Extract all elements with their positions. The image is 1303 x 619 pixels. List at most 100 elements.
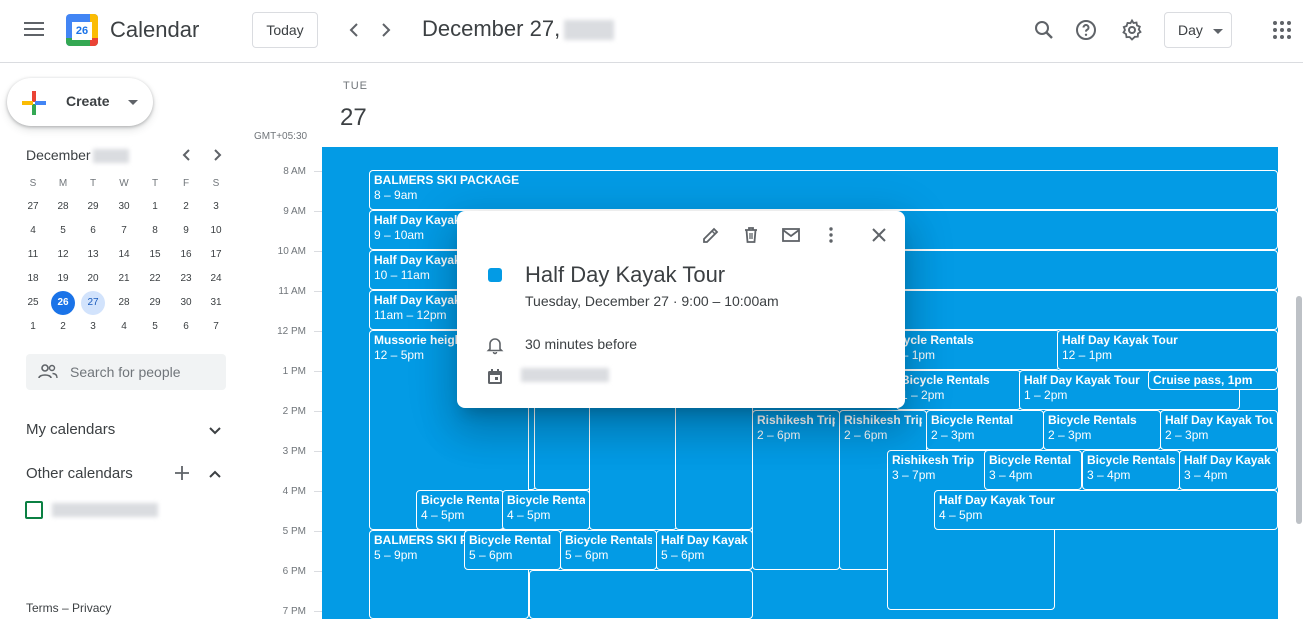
mini-calendar-day[interactable]: 11 bbox=[21, 243, 45, 267]
main-menu-button[interactable] bbox=[20, 15, 48, 43]
event-chip[interactable]: Half Day Kayak Tour5 – 6pm bbox=[656, 530, 753, 570]
mini-calendar-day[interactable]: 16 bbox=[174, 243, 198, 267]
mini-calendar-day[interactable]: 26 bbox=[51, 291, 75, 315]
mini-calendar-day[interactable]: 6 bbox=[81, 219, 105, 243]
apps-grid-icon[interactable] bbox=[1273, 21, 1291, 39]
event-block[interactable] bbox=[529, 570, 753, 619]
event-chip[interactable]: Half Day Kayak Tour 4 – 5pm bbox=[934, 490, 1278, 530]
email-icon[interactable] bbox=[781, 225, 801, 245]
event-chip[interactable]: Bicycle Rentals 1 – 2pm bbox=[896, 370, 1021, 410]
event-chip[interactable]: Half Day Kayak Tour 2 – 3pm bbox=[1160, 410, 1278, 450]
view-selector[interactable]: Day bbox=[1164, 12, 1232, 48]
next-period-button[interactable] bbox=[374, 18, 398, 42]
hour-label: 6 PM bbox=[282, 566, 306, 577]
mini-calendar-day[interactable]: 27 bbox=[81, 291, 105, 315]
mini-calendar-day[interactable]: 30 bbox=[112, 195, 136, 219]
event-chip[interactable]: Bicycle Rentals 12 – 1pm bbox=[880, 330, 1060, 370]
mini-calendar-day[interactable]: 29 bbox=[81, 195, 105, 219]
privacy-link[interactable]: Privacy bbox=[72, 601, 111, 615]
mini-calendar-day[interactable]: 22 bbox=[143, 267, 167, 291]
mini-calendar-day[interactable]: 30 bbox=[174, 291, 198, 315]
app-name: Calendar bbox=[110, 17, 200, 42]
event-chip-time: 4 – 5pm bbox=[507, 508, 551, 522]
my-calendars-heading[interactable]: My calendars bbox=[26, 421, 115, 438]
mini-calendar-day[interactable]: 6 bbox=[174, 315, 198, 339]
mini-calendar-day[interactable]: 29 bbox=[143, 291, 167, 315]
mini-calendar-day[interactable]: 10 bbox=[204, 219, 228, 243]
event-title: Half Day Kayak Tour bbox=[525, 262, 726, 287]
mini-calendar-day[interactable]: 3 bbox=[204, 195, 228, 219]
mini-calendar-day[interactable]: 27 bbox=[21, 195, 45, 219]
mini-calendar-day[interactable]: 4 bbox=[21, 219, 45, 243]
mini-calendar-day[interactable]: 8 bbox=[143, 219, 167, 243]
mini-calendar-day[interactable]: 18 bbox=[21, 267, 45, 291]
other-calendars-heading[interactable]: Other calendars bbox=[26, 465, 133, 482]
search-button[interactable] bbox=[1032, 18, 1056, 42]
add-calendar-icon[interactable] bbox=[173, 464, 191, 482]
mini-calendar-day[interactable]: 2 bbox=[51, 315, 75, 339]
mini-calendar-day[interactable]: 2 bbox=[174, 195, 198, 219]
mini-calendar-day[interactable]: 20 bbox=[81, 267, 105, 291]
event-chip[interactable]: BALMERS SKI PACKAGE 8 – 9am bbox=[369, 170, 1278, 210]
mini-calendar-day[interactable]: 7 bbox=[204, 315, 228, 339]
mini-calendar-day[interactable]: 13 bbox=[81, 243, 105, 267]
mini-calendar-next-button[interactable] bbox=[208, 146, 226, 168]
event-chip[interactable]: Cruise pass, 1pm bbox=[1148, 370, 1278, 390]
event-chip[interactable]: Bicycle Rental 5 – 6pm bbox=[464, 530, 561, 570]
mini-calendar-day[interactable]: 12 bbox=[51, 243, 75, 267]
mini-calendar-day[interactable]: 3 bbox=[81, 315, 105, 339]
mini-calendar-day[interactable]: 19 bbox=[51, 267, 75, 291]
mini-calendar-day[interactable]: 25 bbox=[21, 291, 45, 315]
today-button[interactable]: Today bbox=[252, 12, 318, 48]
terms-link[interactable]: Terms bbox=[26, 601, 59, 615]
mini-calendar-day[interactable]: 28 bbox=[112, 291, 136, 315]
mini-calendar-day[interactable]: 4 bbox=[112, 315, 136, 339]
chevron-down-icon[interactable] bbox=[206, 422, 224, 440]
mini-calendar-prev-button[interactable] bbox=[178, 146, 196, 168]
mini-calendar-day[interactable]: 31 bbox=[204, 291, 228, 315]
event-chip[interactable]: Half Day Kayak Tour3 – 4pm bbox=[1179, 450, 1278, 490]
mini-calendar-day[interactable]: 17 bbox=[204, 243, 228, 267]
event-chip[interactable]: Bicycle Rentals4 – 5pm bbox=[502, 490, 590, 530]
mini-calendar-day[interactable]: 15 bbox=[143, 243, 167, 267]
more-options-icon[interactable] bbox=[821, 225, 841, 245]
event-chip[interactable]: Bicycle Rental 3 – 4pm bbox=[984, 450, 1082, 490]
mini-calendar-weekday: M bbox=[58, 178, 68, 189]
event-color-swatch bbox=[488, 268, 502, 282]
event-chip-time: 1 – 2pm bbox=[901, 388, 945, 402]
edit-icon[interactable] bbox=[701, 225, 721, 245]
hour-gridline bbox=[314, 531, 322, 532]
previous-period-button[interactable] bbox=[342, 18, 366, 42]
event-chip[interactable]: Bicycle Rentals 5 – 6pm bbox=[560, 530, 657, 570]
event-chip[interactable]: Bicycle Rental 2 – 3pm bbox=[926, 410, 1044, 450]
mini-calendar-day[interactable]: 24 bbox=[204, 267, 228, 291]
chevron-up-icon[interactable] bbox=[206, 465, 224, 483]
mini-calendar-day[interactable]: 9 bbox=[174, 219, 198, 243]
close-icon[interactable] bbox=[869, 225, 889, 245]
mini-calendar-day[interactable]: 21 bbox=[112, 267, 136, 291]
mini-calendar-day[interactable]: 5 bbox=[51, 219, 75, 243]
mini-calendar-day[interactable]: 28 bbox=[51, 195, 75, 219]
mini-calendar-day[interactable]: 7 bbox=[112, 219, 136, 243]
event-chip[interactable]: Bicycle Rentals 2 – 3pm bbox=[1043, 410, 1161, 450]
mini-calendar-day[interactable]: 23 bbox=[174, 267, 198, 291]
event-chip[interactable]: Half Day Kayak Tour 12 – 1pm bbox=[1057, 330, 1278, 370]
day-of-month[interactable]: 27 bbox=[340, 104, 367, 132]
other-calendar-checkbox[interactable] bbox=[25, 501, 43, 519]
hour-label: 11 AM bbox=[278, 286, 306, 297]
event-chip[interactable]: Bicycle Rentals 3 – 4pm bbox=[1082, 450, 1180, 490]
create-button[interactable]: Create bbox=[7, 78, 153, 126]
calendar-icon bbox=[488, 369, 502, 384]
scrollbar[interactable] bbox=[1296, 296, 1302, 524]
event-chip[interactable]: Bicycle Rental 4 – 5pm bbox=[416, 490, 504, 530]
help-button[interactable] bbox=[1074, 18, 1098, 42]
search-people-input[interactable]: Search for people bbox=[26, 354, 226, 390]
settings-button[interactable] bbox=[1120, 18, 1144, 42]
mini-calendar-day[interactable]: 1 bbox=[21, 315, 45, 339]
bell-icon bbox=[486, 338, 504, 355]
delete-icon[interactable] bbox=[741, 225, 761, 245]
mini-calendar-day[interactable]: 14 bbox=[112, 243, 136, 267]
mini-calendar-day[interactable]: 1 bbox=[143, 195, 167, 219]
event-chip[interactable]: Rishikesh Trip 2 – 6pm bbox=[752, 410, 840, 570]
mini-calendar-day[interactable]: 5 bbox=[143, 315, 167, 339]
